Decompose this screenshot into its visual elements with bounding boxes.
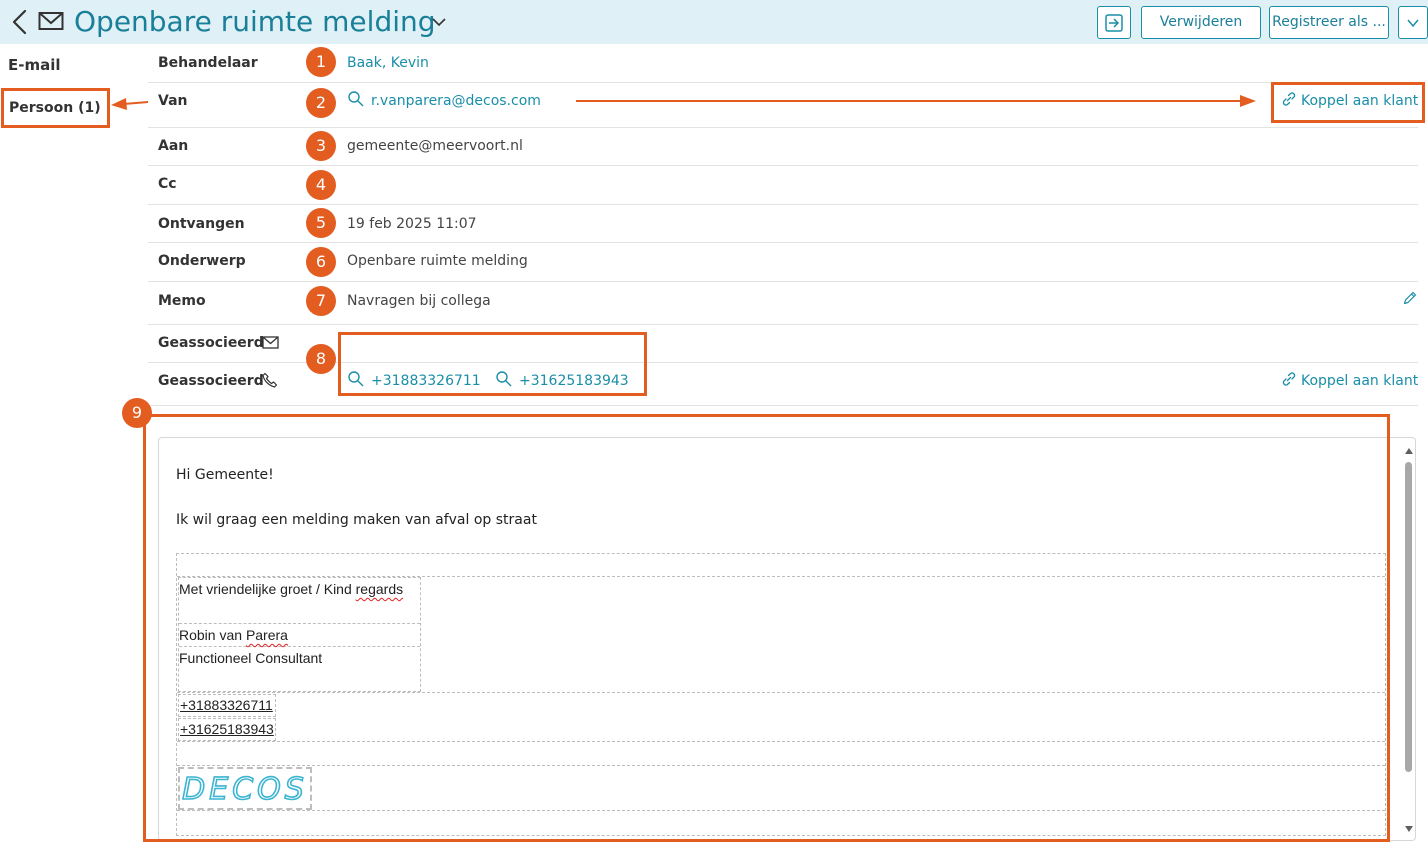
- recipient-value: gemeente@meervoort.nl: [347, 138, 523, 154]
- callout-badge: 8: [306, 344, 336, 374]
- callout-badge: 1: [306, 47, 336, 77]
- field-row-van: Van r.vanparera@decos.com Koppel aan kla…: [148, 83, 1418, 128]
- highlight-box: [143, 414, 1390, 842]
- back-icon[interactable]: [8, 8, 30, 36]
- scroll-down-icon[interactable]: [1404, 824, 1414, 834]
- highlight-box: [338, 332, 647, 396]
- field-row-aan: Aan gemeente@meervoort.nl: [148, 128, 1418, 166]
- behandelaar-link[interactable]: Baak, Kevin: [347, 55, 429, 71]
- field-label: Ontvangen: [158, 216, 245, 232]
- field-row-onderwerp: Onderwerp Openbare ruimte melding: [148, 243, 1418, 282]
- callout-badge: 7: [306, 286, 336, 316]
- received-value: 19 feb 2025 11:07: [347, 216, 477, 232]
- export-button[interactable]: [1097, 6, 1131, 39]
- chevron-down-icon: [1407, 19, 1419, 27]
- callout-badge: 4: [306, 170, 336, 200]
- field-label: Van: [158, 93, 188, 109]
- field-label: Memo: [158, 293, 206, 309]
- sidebar-item-persoon[interactable]: Persoon (1): [1, 88, 110, 128]
- header: Openbare ruimte melding Verwijderen Regi…: [0, 0, 1428, 44]
- more-actions-button[interactable]: [1398, 6, 1428, 39]
- sender-email-link[interactable]: r.vanparera@decos.com: [371, 93, 541, 109]
- search-icon[interactable]: [347, 90, 365, 108]
- field-row-memo: Memo Navragen bij collega: [148, 282, 1418, 325]
- callout-badge: 5: [306, 208, 336, 238]
- field-label: Geassocieerd: [158, 335, 264, 351]
- field-row-cc: Cc: [148, 166, 1418, 205]
- field-row-behandelaar: Behandelaar Baak, Kevin: [148, 44, 1418, 83]
- callout-badge: 9: [122, 398, 152, 428]
- mail-icon: [38, 12, 64, 30]
- field-label: Behandelaar: [158, 55, 258, 71]
- koppel-aan-klant-link[interactable]: Koppel aan klant: [1301, 373, 1418, 389]
- phone-icon: [262, 372, 278, 388]
- highlight-box: [1271, 82, 1425, 123]
- scroll-up-icon[interactable]: [1404, 446, 1414, 456]
- memo-value: Navragen bij collega: [347, 293, 491, 309]
- field-label: Aan: [158, 138, 189, 154]
- link-icon: [1282, 372, 1296, 386]
- callout-badge: 6: [306, 247, 336, 277]
- callout-badge: 2: [306, 88, 336, 118]
- page-title: Openbare ruimte melding: [74, 5, 436, 38]
- scrollbar-thumb[interactable]: [1405, 462, 1412, 772]
- callout-badge: 3: [306, 131, 336, 161]
- sidebar-item-email[interactable]: E-mail: [8, 56, 61, 74]
- mail-icon: [262, 336, 279, 349]
- export-icon: [1105, 13, 1123, 32]
- field-label: Onderwerp: [158, 253, 246, 269]
- register-as-button[interactable]: Registreer als ...: [1269, 6, 1389, 39]
- delete-button[interactable]: Verwijderen: [1141, 6, 1261, 39]
- field-row-ontvangen: Ontvangen 19 feb 2025 11:07: [148, 205, 1418, 243]
- chevron-down-icon[interactable]: [430, 13, 448, 31]
- field-label: Geassocieerd: [158, 373, 264, 389]
- scrollbar[interactable]: [1403, 446, 1415, 836]
- subject-value: Openbare ruimte melding: [347, 253, 528, 269]
- field-label: Cc: [158, 176, 177, 192]
- pencil-icon[interactable]: [1402, 290, 1418, 306]
